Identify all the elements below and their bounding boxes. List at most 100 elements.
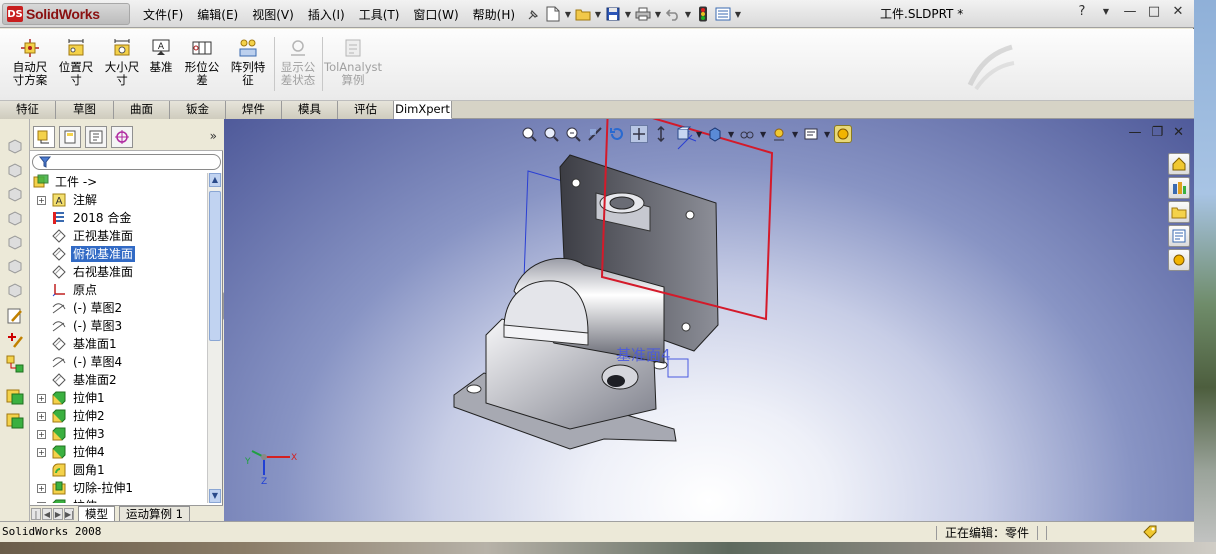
minimize-viewport-icon[interactable]: — <box>1128 125 1141 140</box>
chevron-down-icon[interactable]: ▼ <box>594 10 602 19</box>
display-style-icon[interactable] <box>706 125 724 143</box>
box-view-icon[interactable] <box>6 137 24 155</box>
feature-filter-input[interactable] <box>32 154 221 170</box>
tree-item[interactable]: + 拉伸 <box>37 497 99 503</box>
feature-tree-tab[interactable] <box>33 126 55 148</box>
options-icon[interactable] <box>714 5 732 23</box>
tree-item[interactable]: 右视基准面 <box>51 263 135 281</box>
tree-item[interactable]: + 拉伸2 <box>37 407 107 425</box>
section-view-icon[interactable] <box>586 125 604 143</box>
expand-icon[interactable]: + <box>37 411 46 421</box>
auto-dimension-button[interactable]: 自动尺寸方案 <box>8 37 52 97</box>
tab-model[interactable]: 模型 <box>78 506 115 521</box>
box-view-icon[interactable] <box>6 257 24 275</box>
menu-insert[interactable]: 插入(I) <box>301 4 352 26</box>
new-document-icon[interactable] <box>544 5 562 23</box>
chevron-down-icon[interactable]: ▼ <box>696 130 702 139</box>
chevron-down-icon[interactable]: ▼ <box>1098 4 1114 20</box>
menu-window[interactable]: 窗口(W) <box>406 4 465 26</box>
previous-view-icon[interactable] <box>564 125 582 143</box>
menu-help[interactable]: 帮助(H) <box>466 4 522 26</box>
tree-item[interactable]: + A 注解 <box>37 191 99 209</box>
tree-item[interactable]: + 拉伸4 <box>37 443 107 461</box>
close-viewport-icon[interactable]: ✕ <box>1173 125 1184 140</box>
edit-appearance-icon[interactable] <box>770 125 788 143</box>
tree-item[interactable]: + 切除-拉伸1 <box>37 479 135 497</box>
prev-tab-icon[interactable]: ◀ <box>42 507 52 520</box>
tolanalyst-button[interactable]: TolAnalyst算例 <box>324 37 382 97</box>
feature-green-icon[interactable] <box>6 411 24 429</box>
show-tolerance-status-button[interactable]: 显示公差状态 <box>276 37 320 97</box>
chevron-down-icon[interactable]: ▼ <box>624 10 632 19</box>
zoom-in-out-icon[interactable] <box>652 125 670 143</box>
scroll-up-icon[interactable]: ▲ <box>209 173 221 187</box>
expand-icon[interactable]: + <box>37 393 46 403</box>
box-view-icon[interactable] <box>6 233 24 251</box>
expand-icon[interactable]: + <box>37 195 46 205</box>
tab-evaluate[interactable]: 评估 <box>338 101 394 119</box>
box-view-icon[interactable] <box>6 161 24 179</box>
tree-item[interactable]: 原点 <box>51 281 99 299</box>
chevron-down-icon[interactable]: ▼ <box>824 130 830 139</box>
view-orientation-icon[interactable] <box>674 125 692 143</box>
zoom-to-area-icon[interactable] <box>542 125 560 143</box>
close-button[interactable]: ✕ <box>1170 4 1186 20</box>
tree-item[interactable]: + 拉伸3 <box>37 425 107 443</box>
geometric-tolerance-button[interactable]: 形位公差 <box>180 37 224 97</box>
last-tab-icon[interactable]: ▶| <box>64 507 74 520</box>
tree-root[interactable]: 工件 -> <box>33 173 99 191</box>
maximize-button[interactable]: □ <box>1146 4 1162 20</box>
pan-view-icon[interactable] <box>630 125 648 143</box>
menu-file[interactable]: 文件(F) <box>136 4 190 26</box>
chevron-down-icon[interactable]: ▼ <box>734 10 742 19</box>
tab-features[interactable]: 特征 <box>0 101 56 119</box>
tree-item[interactable]: 圆角1 <box>51 461 107 479</box>
tree-item[interactable]: 2018 合金 <box>51 209 133 227</box>
scrollbar-thumb[interactable] <box>209 191 221 341</box>
hide-show-items-icon[interactable] <box>738 125 756 143</box>
chevron-down-icon[interactable]: ▼ <box>728 130 734 139</box>
zoom-to-fit-icon[interactable] <box>520 125 538 143</box>
chevron-down-icon[interactable]: ▼ <box>564 10 572 19</box>
pattern-feature-button[interactable]: 阵列特征 <box>226 37 270 97</box>
property-manager-tab[interactable] <box>59 126 81 148</box>
solidworks-logo[interactable]: DS SolidWorks <box>2 3 130 25</box>
minimize-button[interactable]: — <box>1122 4 1138 20</box>
location-dimension-button[interactable]: 位置尺寸 <box>54 37 98 97</box>
expand-icon[interactable]: + <box>37 483 46 493</box>
appearances-icon[interactable] <box>1168 249 1190 271</box>
design-library-icon[interactable] <box>1168 177 1190 199</box>
sketch-pencil-icon[interactable] <box>6 307 24 325</box>
apply-scene-icon[interactable] <box>802 125 820 143</box>
tab-motion-study[interactable]: 运动算例 1 <box>119 506 190 521</box>
expand-icon[interactable]: + <box>37 447 46 457</box>
size-dimension-button[interactable]: 大小尺寸 <box>100 37 144 97</box>
view-palette-icon[interactable] <box>1168 225 1190 247</box>
tab-mold-tools[interactable]: 模具 <box>282 101 338 119</box>
datum-button[interactable]: A 基准 <box>146 37 176 97</box>
menu-edit[interactable]: 编辑(E) <box>190 4 245 26</box>
box-view-icon[interactable] <box>6 281 24 299</box>
expand-icon[interactable]: + <box>37 429 46 439</box>
tree-item[interactable]: (-) 草图3 <box>51 317 124 335</box>
tree-item[interactable]: (-) 草图4 <box>51 353 124 371</box>
pin-icon[interactable] <box>526 8 540 22</box>
tab-weldments[interactable]: 焊件 <box>226 101 282 119</box>
feature-yellow-icon[interactable] <box>6 387 24 405</box>
scroll-down-icon[interactable]: ▼ <box>209 489 221 503</box>
graphics-area[interactable]: * 基准面4 X Z Y ▼ <box>224 119 1194 521</box>
rebuild-traffic-light-icon[interactable] <box>694 5 712 23</box>
box-view-icon[interactable] <box>6 209 24 227</box>
chevron-right-icon[interactable]: » <box>210 129 217 143</box>
chevron-down-icon[interactable]: ▼ <box>792 130 798 139</box>
box-view-icon[interactable] <box>6 185 24 203</box>
relations-icon[interactable] <box>6 355 24 373</box>
rotate-view-icon[interactable] <box>608 125 626 143</box>
tab-dimxpert[interactable]: DimXpert <box>394 101 452 119</box>
menu-tools[interactable]: 工具(T) <box>352 4 407 26</box>
add-sketch-icon[interactable] <box>6 331 24 349</box>
file-explorer-icon[interactable] <box>1168 201 1190 223</box>
solidworks-resources-icon[interactable] <box>1168 153 1190 175</box>
chevron-down-icon[interactable]: ▼ <box>654 10 662 19</box>
tag-icon[interactable] <box>1142 524 1158 543</box>
